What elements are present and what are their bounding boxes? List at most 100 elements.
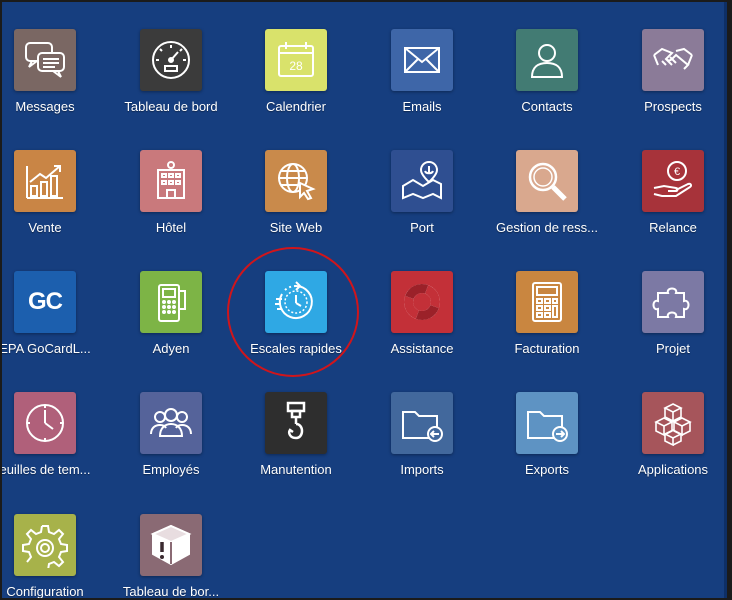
employees-group-icon [150,408,192,437]
app-relance[interactable]: € Relance [611,123,727,235]
fast-clock-icon [275,281,313,319]
app-tile [140,29,202,91]
calculator-icon [532,282,562,322]
email-envelope-icon [404,47,440,73]
app-tile [14,150,76,212]
folder-export-icon [527,411,568,442]
app-tile [265,271,327,333]
app-tile [391,150,453,212]
app-tile [391,271,453,333]
euro-hand-icon: € [653,161,693,197]
app-label: Prospects [644,99,702,114]
app-label: Exports [524,462,570,477]
hotel-building-icon [157,161,185,199]
app-label: Hôtel [155,220,187,235]
app-tile [140,271,202,333]
app-tableau-de-bord-2[interactable]: Tableau de bor... [109,487,233,598]
app-site-web[interactable]: Site Web [234,123,358,235]
gocardless-logo-icon: GC [28,288,63,315]
payment-terminal-icon [158,284,186,322]
app-port[interactable]: Port [360,123,484,235]
app-tile [391,29,453,91]
app-label: Gestion de ress... [496,220,598,235]
crane-hook-icon [286,401,306,440]
app-label: Configuration [6,584,84,599]
app-tile [642,271,704,333]
app-emails[interactable]: Emails [360,2,484,114]
app-tile [140,514,202,576]
app-label: Assistance [390,341,454,356]
app-label: Site Web [269,220,323,235]
app-tile [642,392,704,454]
app-hotel[interactable]: Hôtel [109,123,233,235]
app-label: Relance [649,220,697,235]
puzzle-icon [652,287,690,318]
messages-icon [25,42,65,78]
app-label: Manutention [260,462,332,477]
app-tile [265,392,327,454]
app-label: euilles de tem... [0,462,91,477]
app-tile [642,29,704,91]
app-grid: Messages Tableau de bord 28 Calendrier E… [2,2,727,598]
app-tableau-de-bord[interactable]: Tableau de bord [109,2,233,114]
app-label: Contacts [521,99,573,114]
app-manutention[interactable]: Manutention [234,365,358,477]
app-label: Calendrier [266,99,326,114]
app-label: Port [410,220,434,235]
lifebuoy-icon [404,284,440,320]
app-tile [516,271,578,333]
contact-person-icon [530,44,564,78]
alert-box-icon [150,524,192,566]
app-gestion-de-ressources[interactable]: Gestion de ress... [485,123,609,235]
app-label: Adyen [152,341,190,356]
app-vente[interactable]: Vente [2,123,107,235]
app-adyen[interactable]: Adyen [109,244,233,356]
app-facturation[interactable]: Facturation [485,244,609,356]
app-tile [265,150,327,212]
app-label: Vente [28,220,62,235]
dashboard-gauge-icon [152,41,190,79]
app-tile [516,150,578,212]
app-tile [14,392,76,454]
app-label: Tableau de bord [124,99,218,114]
app-contacts[interactable]: Contacts [485,2,609,114]
app-epa-gocardless[interactable]: GC EPA GoCardL... [2,244,107,356]
app-label: Facturation [514,341,580,356]
app-tile [140,392,202,454]
app-tile [516,392,578,454]
app-tile [140,150,202,212]
app-label: Messages [15,99,75,114]
app-label: Projet [656,341,690,356]
app-tile [516,29,578,91]
app-prospects[interactable]: Prospects [611,2,727,114]
sales-chart-icon [26,165,63,199]
app-applications[interactable]: Applications [611,365,727,477]
port-map-anchor-icon [402,160,442,200]
handshake-icon [653,47,693,70]
app-assistance[interactable]: Assistance [360,244,484,356]
app-tile: 28 [265,29,327,91]
gear-icon [22,525,68,568]
app-imports[interactable]: Imports [360,365,484,477]
app-employes[interactable]: Employés [109,365,233,477]
app-tile [14,514,76,576]
folder-import-icon [402,411,443,442]
app-tile [14,29,76,91]
app-label: Employés [142,462,200,477]
app-exports[interactable]: Exports [485,365,609,477]
app-label: Imports [400,462,444,477]
calendar-day: 28 [289,59,303,73]
timesheet-clock-icon [26,404,64,442]
app-label: Emails [402,99,442,114]
app-escales-rapides[interactable]: Escales rapides [234,244,358,356]
app-messages[interactable]: Messages [2,2,107,114]
app-configuration[interactable]: Configuration [2,487,107,599]
app-projet[interactable]: Projet [611,244,727,356]
app-calendrier[interactable]: 28 Calendrier [234,2,358,114]
app-label: Applications [637,462,709,477]
app-launcher-screen: Messages Tableau de bord 28 Calendrier E… [0,0,732,600]
magnifier-icon [528,162,567,201]
scrollbar[interactable] [724,2,727,598]
app-feuilles-de-temps[interactable]: euilles de tem... [0,365,107,477]
app-tile: GC [14,271,76,333]
